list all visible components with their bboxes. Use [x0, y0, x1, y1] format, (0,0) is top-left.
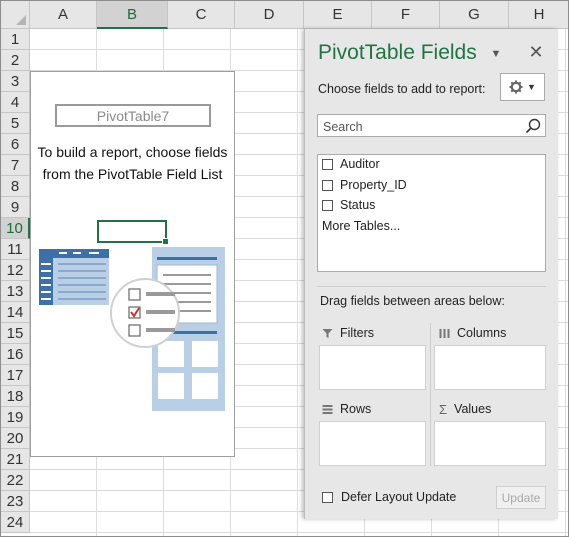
- field-label: Property_ID: [340, 178, 407, 192]
- excel-window: A B C D E F G H 1 2 3 4 5 6 7 8 9 10 11 …: [0, 0, 569, 537]
- chevron-down-icon: ▼: [527, 82, 536, 92]
- field-search-box[interactable]: [317, 114, 546, 138]
- field-label: Auditor: [340, 157, 380, 171]
- row-header-23[interactable]: 23: [1, 491, 30, 512]
- values-drop-area[interactable]: [434, 421, 546, 466]
- row-header-24[interactable]: 24: [1, 512, 30, 533]
- drag-fields-label: Drag fields between areas below:: [320, 294, 505, 308]
- row-header-2[interactable]: 2: [1, 50, 30, 71]
- row-header-16[interactable]: 16: [1, 344, 30, 365]
- columns-icon: [439, 328, 450, 338]
- column-header-c[interactable]: C: [168, 1, 235, 29]
- row-header-18[interactable]: 18: [1, 386, 30, 407]
- defer-label: Defer Layout Update: [341, 490, 457, 504]
- row-header-14[interactable]: 14: [1, 302, 30, 323]
- field-label: Status: [340, 198, 376, 212]
- row-header-4[interactable]: 4: [1, 92, 30, 113]
- divider: [317, 286, 546, 287]
- field-item-status[interactable]: Status: [322, 196, 375, 214]
- column-header-e[interactable]: E: [304, 1, 372, 29]
- row-header-13[interactable]: 13: [1, 281, 30, 302]
- values-label: Values: [454, 402, 492, 416]
- row-header-20[interactable]: 20: [1, 428, 30, 449]
- row-header-17[interactable]: 17: [1, 365, 30, 386]
- gear-icon: [509, 80, 523, 94]
- area-divider: [430, 323, 431, 466]
- column-header-f[interactable]: F: [372, 1, 440, 29]
- dropdown-arrow-icon[interactable]: ▼: [489, 48, 503, 60]
- filter-icon: [322, 328, 333, 338]
- filters-area-header: Filters: [322, 325, 374, 341]
- row-header-22[interactable]: 22: [1, 470, 30, 491]
- sigma-icon: Σ: [439, 401, 448, 417]
- field-item-auditor[interactable]: Auditor: [322, 155, 380, 173]
- pivot-fields-pane: PivotTable Fields ▼ ✕ Choose fields to a…: [304, 29, 558, 519]
- row-header-10[interactable]: 10: [1, 218, 30, 239]
- pivot-table-name: PivotTable7: [55, 104, 211, 127]
- columns-label: Columns: [457, 326, 507, 340]
- row-header-15[interactable]: 15: [1, 323, 30, 344]
- close-icon[interactable]: ✕: [528, 42, 544, 63]
- tools-button[interactable]: ▼: [500, 73, 545, 101]
- columns-drop-area[interactable]: [434, 345, 546, 390]
- filters-label: Filters: [340, 326, 375, 340]
- field-checkbox[interactable]: [322, 158, 333, 170]
- pivot-illustration: [39, 247, 225, 411]
- row-header-12[interactable]: 12: [1, 260, 30, 281]
- defer-checkbox[interactable]: [322, 491, 333, 503]
- active-cell-b10[interactable]: [97, 220, 169, 245]
- search-icon[interactable]: [524, 117, 542, 135]
- row-header-21[interactable]: 21: [1, 449, 30, 470]
- filters-drop-area[interactable]: [319, 345, 426, 390]
- rows-label: Rows: [340, 402, 372, 416]
- column-header-a[interactable]: A: [30, 1, 97, 29]
- field-checkbox[interactable]: [322, 179, 333, 191]
- pane-title: PivotTable Fields: [318, 41, 477, 64]
- row-header-11[interactable]: 11: [1, 239, 30, 260]
- column-header-h[interactable]: H: [509, 1, 568, 29]
- update-button: Update: [496, 486, 546, 509]
- choose-fields-label: Choose fields to add to report:: [318, 82, 486, 96]
- defer-layout-update[interactable]: Defer Layout Update: [322, 490, 456, 504]
- pivot-instructions: To build a report, choose fields from th…: [37, 144, 228, 182]
- row-header-1[interactable]: 1: [1, 29, 30, 50]
- fill-handle[interactable]: [162, 238, 169, 245]
- row-header-19[interactable]: 19: [1, 407, 30, 428]
- row-header-8[interactable]: 8: [1, 176, 30, 197]
- row-header-5[interactable]: 5: [1, 113, 30, 134]
- columns-area-header: Columns: [439, 325, 506, 341]
- search-input[interactable]: [318, 115, 525, 138]
- values-area-header: Σ Values: [439, 401, 491, 417]
- rows-area-header: Rows: [322, 401, 371, 417]
- column-header-g[interactable]: G: [440, 1, 509, 29]
- rows-icon: [322, 404, 333, 414]
- field-list: Auditor Property_ID Status More Tables..…: [317, 154, 546, 272]
- column-header-b[interactable]: B: [97, 1, 168, 29]
- row-header-6[interactable]: 6: [1, 134, 30, 155]
- select-all-corner[interactable]: [1, 1, 30, 29]
- column-header-d[interactable]: D: [235, 1, 304, 29]
- rows-drop-area[interactable]: [319, 421, 426, 466]
- field-item-property-id[interactable]: Property_ID: [322, 176, 407, 194]
- more-tables-link[interactable]: More Tables...: [322, 219, 400, 233]
- field-checkbox[interactable]: [322, 199, 333, 211]
- row-header-3[interactable]: 3: [1, 71, 30, 92]
- row-header-9[interactable]: 9: [1, 197, 30, 218]
- row-header-7[interactable]: 7: [1, 155, 30, 176]
